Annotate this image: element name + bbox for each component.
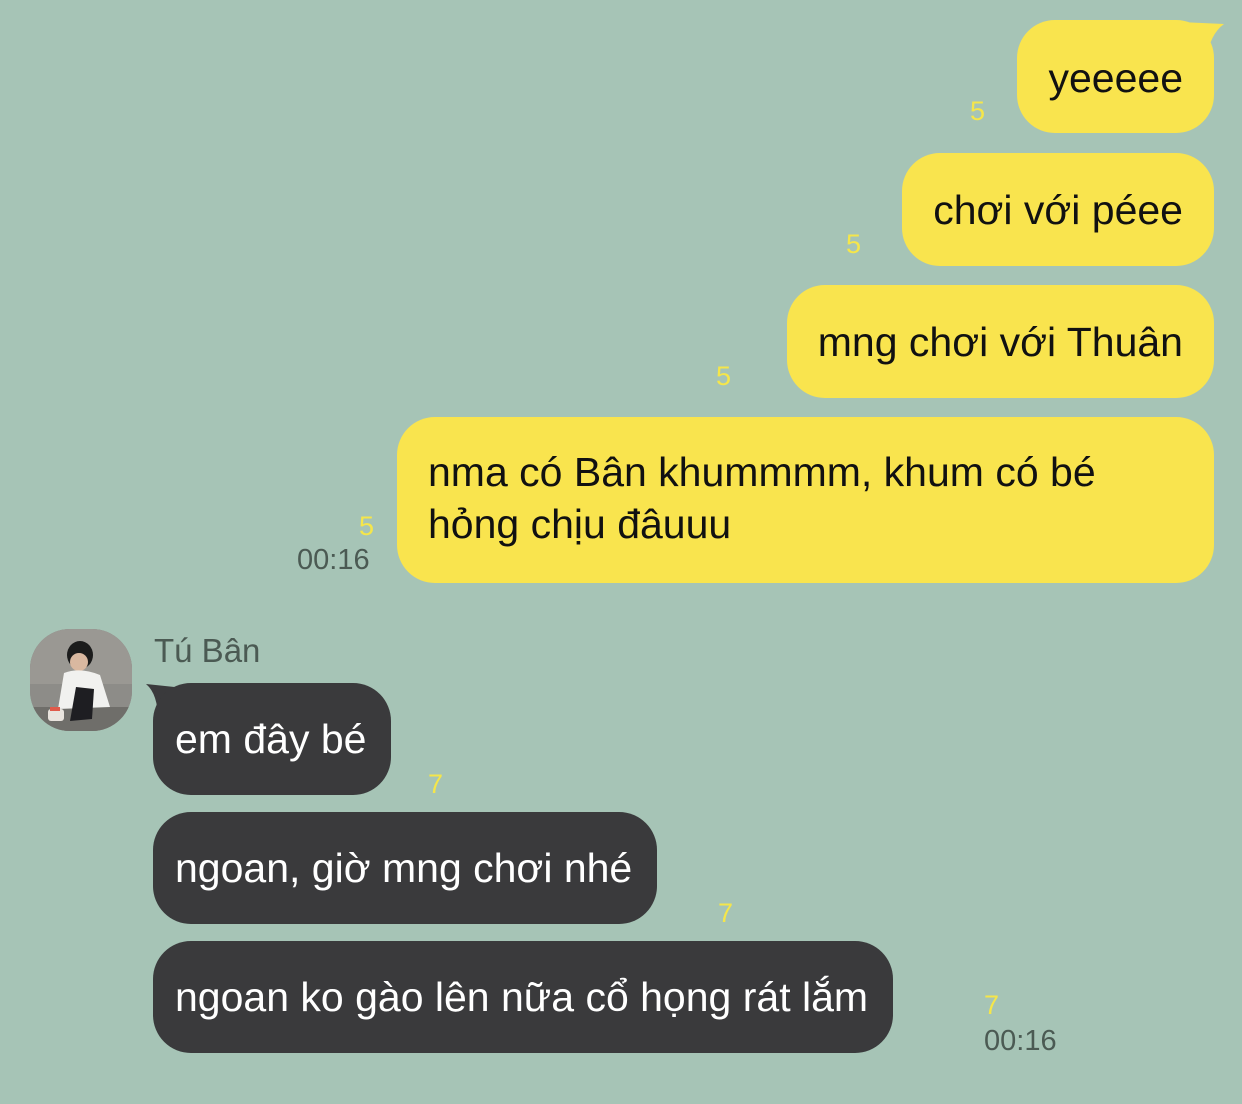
message-text: mng chơi với Thuân — [817, 319, 1183, 365]
unread-count: 7 — [984, 990, 1000, 1020]
message-text: chơi với péee — [933, 187, 1183, 233]
message-text-line-2: hỏng chịu đâuuu — [428, 501, 732, 547]
chat-screen: { "outgoing": [ {"text": "yeeeee", "unre… — [0, 0, 1242, 1104]
message-text: yeeeee — [1048, 55, 1183, 101]
incoming-message-2[interactable]: ngoan, giờ mng chơi nhé — [153, 812, 658, 924]
unread-count: 5 — [970, 96, 986, 126]
message-text-line-1: nma có Bân khummmm, khum có bé — [428, 449, 1096, 495]
unread-count: 7 — [428, 769, 444, 799]
unread-count: 5 — [716, 361, 732, 391]
unread-count: 5 — [359, 511, 375, 541]
sender-avatar[interactable] — [30, 629, 132, 731]
outgoing-message-4[interactable]: nma có Bân khummmm, khum có bé hỏng chịu… — [397, 417, 1214, 583]
avatar-photo — [30, 629, 132, 731]
sender-name: Tú Bân — [154, 632, 261, 669]
message-text: em đây bé — [175, 716, 367, 762]
incoming-message-3[interactable]: ngoan ko gào lên nữa cổ họng rát lắm — [153, 941, 894, 1053]
message-text: ngoan, giờ mng chơi nhé — [175, 845, 633, 891]
message-timestamp: 00:16 — [984, 1025, 1057, 1057]
unread-count: 5 — [846, 229, 862, 259]
outgoing-message-2[interactable]: chơi với péee — [902, 153, 1214, 266]
outgoing-message-3[interactable]: mng chơi với Thuân — [786, 285, 1214, 398]
outgoing-message-1[interactable]: yeeeee — [1017, 20, 1214, 133]
unread-count: 7 — [718, 898, 734, 928]
message-text: ngoan ko gào lên nữa cổ họng rát lắm — [175, 974, 869, 1020]
message-timestamp: 00:16 — [297, 544, 370, 576]
incoming-message-1[interactable]: em đây bé — [153, 683, 392, 795]
